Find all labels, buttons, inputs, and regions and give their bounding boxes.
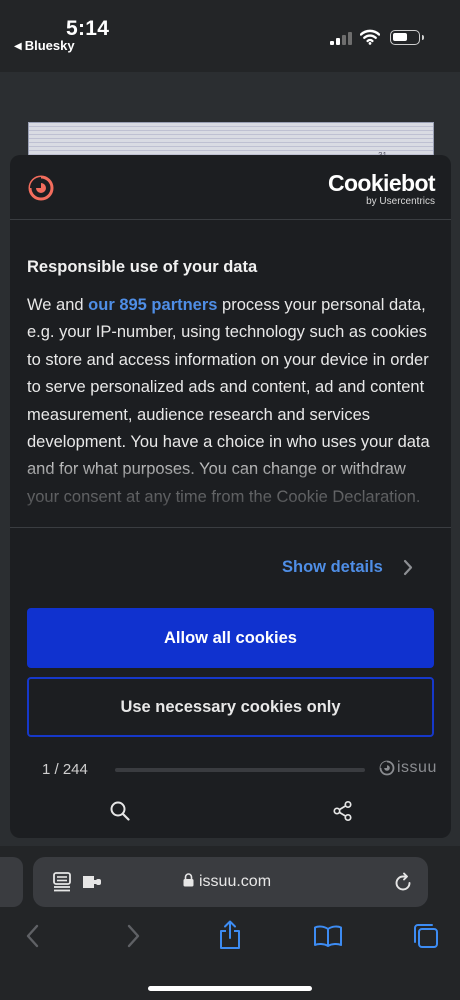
url-display[interactable]: issuu.com xyxy=(183,873,271,891)
body-text-intro: We and xyxy=(27,296,89,314)
back-to-app-link[interactable]: ◀ Bluesky xyxy=(14,38,75,53)
chevron-right-icon xyxy=(403,559,412,575)
issuu-small-logo-icon xyxy=(379,760,395,776)
issuu-brand-text: issuu xyxy=(397,759,437,776)
show-details-label: Show details xyxy=(282,557,383,576)
share-sheet-icon[interactable] xyxy=(218,920,242,950)
dialog-header: Cookiebot by Usercentrics xyxy=(10,155,451,220)
cookiebot-logo: Cookiebot by Usercentrics xyxy=(327,170,436,207)
necessary-cookies-only-button[interactable]: Use necessary cookies only xyxy=(27,677,434,737)
page-counter: 1 / 244 xyxy=(42,761,88,778)
search-icon[interactable] xyxy=(109,800,131,822)
lock-icon xyxy=(183,873,194,887)
issuu-wordmark: issuu xyxy=(379,759,437,777)
allow-all-cookies-button[interactable]: Allow all cookies xyxy=(27,608,434,668)
back-icon[interactable] xyxy=(25,924,41,948)
bookmarks-icon[interactable] xyxy=(313,924,343,948)
issuu-logo-icon xyxy=(28,175,54,201)
cookie-consent-dialog: Cookiebot by Usercentrics Responsible us… xyxy=(10,155,451,838)
url-text: issuu.com xyxy=(199,873,272,890)
battery-icon xyxy=(390,30,424,45)
dialog-title: Responsible use of your data xyxy=(27,258,258,276)
browser-toolbar: issuu.com xyxy=(0,846,460,1000)
partners-link[interactable]: our 895 partners xyxy=(88,296,217,314)
divider xyxy=(10,527,451,528)
reader-mode-icon[interactable] xyxy=(53,872,71,892)
wifi-icon xyxy=(360,29,380,45)
back-arrow-icon: ◀ xyxy=(14,41,22,52)
back-app-label: Bluesky xyxy=(24,38,75,53)
body-fade-overlay xyxy=(10,455,451,529)
address-bar[interactable]: issuu.com xyxy=(33,857,428,907)
previous-tab-preview[interactable] xyxy=(0,857,23,907)
home-indicator[interactable] xyxy=(148,986,312,991)
reload-icon[interactable] xyxy=(394,872,412,892)
extension-icon[interactable] xyxy=(82,874,102,890)
cookiebot-byline: by Usercentrics xyxy=(366,196,435,207)
cookiebot-wordmark: Cookiebot xyxy=(327,170,436,196)
forward-icon[interactable] xyxy=(125,924,141,948)
signal-icon xyxy=(330,32,352,45)
page-progress-bar[interactable] xyxy=(115,768,365,772)
tabs-icon[interactable] xyxy=(412,922,440,950)
show-details-link[interactable]: Show details xyxy=(282,555,413,579)
share-icon[interactable] xyxy=(332,800,354,822)
status-bar: 5:14 ◀ Bluesky xyxy=(0,0,460,72)
